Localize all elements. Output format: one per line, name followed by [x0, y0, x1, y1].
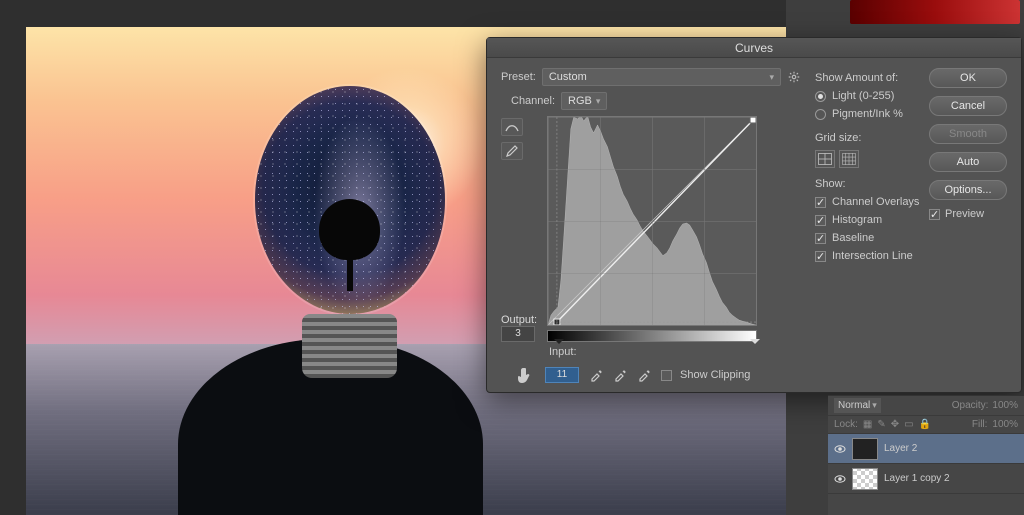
targeted-adjust-icon[interactable] — [515, 364, 537, 386]
histogram-label: Histogram — [832, 214, 882, 226]
opacity-value[interactable]: 100% — [992, 400, 1018, 411]
lock-transparent-icon[interactable]: ▦ — [863, 419, 872, 430]
lock-label: Lock: — [834, 419, 858, 430]
fill-value[interactable]: 100% — [992, 419, 1018, 430]
show-title: Show: — [815, 178, 921, 190]
options-button[interactable]: Options... — [929, 180, 1007, 200]
lock-move-icon[interactable]: ✥ — [891, 419, 899, 430]
gridsize-label: Grid size: — [815, 132, 921, 144]
curve-point-tool[interactable] — [501, 118, 523, 136]
layer-name[interactable]: Layer 2 — [884, 443, 917, 454]
output-label: Output: — [501, 314, 525, 326]
curve-pencil-tool[interactable] — [501, 142, 523, 160]
black-eyedropper-icon[interactable] — [587, 366, 605, 384]
gear-icon[interactable] — [787, 70, 801, 84]
preset-value: Custom — [549, 71, 587, 83]
visibility-toggle-icon[interactable] — [834, 473, 846, 485]
pigment-radio[interactable] — [815, 109, 826, 120]
layer-name[interactable]: Layer 1 copy 2 — [884, 473, 950, 484]
ok-button[interactable]: OK — [929, 68, 1007, 88]
chevron-down-icon: ▾ — [872, 400, 877, 411]
layers-panel: Normal▾ Opacity: 100% Lock: ▦ ✎ ✥ ▭ 🔒 Fi… — [828, 395, 1024, 515]
blend-mode-value: Normal — [838, 400, 870, 411]
channel-overlays-checkbox[interactable] — [815, 197, 826, 208]
grid-fine-button[interactable] — [839, 150, 859, 168]
input-field[interactable]: 11 — [545, 367, 579, 383]
show-amount-title: Show Amount of: — [815, 72, 921, 84]
grid-coarse-button[interactable] — [815, 150, 835, 168]
preset-select[interactable]: Custom ▾ — [542, 68, 781, 86]
white-eyedropper-icon[interactable] — [635, 366, 653, 384]
fill-label: Fill: — [972, 419, 988, 430]
opacity-label: Opacity: — [952, 400, 989, 411]
input-gradient[interactable] — [547, 330, 757, 342]
layer-thumbnail — [852, 438, 878, 460]
black-point-slider[interactable] — [554, 339, 564, 349]
lock-brush-icon[interactable]: ✎ — [877, 419, 885, 430]
auto-button[interactable]: Auto — [929, 152, 1007, 172]
channel-overlays-label: Channel Overlays — [832, 196, 919, 208]
dialog-title: Curves — [735, 41, 773, 55]
gray-eyedropper-icon[interactable] — [611, 366, 629, 384]
output-field[interactable]: 3 — [501, 326, 535, 342]
baseline-checkbox[interactable] — [815, 233, 826, 244]
histogram — [548, 117, 756, 325]
visibility-toggle-icon[interactable] — [834, 443, 846, 455]
layer-item[interactable]: Layer 2 — [828, 434, 1024, 464]
light-radio[interactable] — [815, 91, 826, 102]
channel-label: Channel: — [511, 95, 555, 107]
cancel-button[interactable]: Cancel — [929, 96, 1007, 116]
curves-graph[interactable] — [547, 116, 757, 326]
pigment-label: Pigment/Ink % — [832, 108, 903, 120]
blend-mode-select[interactable]: Normal▾ — [834, 398, 881, 413]
smooth-button[interactable]: Smooth — [929, 124, 1007, 144]
lock-all-icon[interactable]: 🔒 — [919, 419, 931, 430]
lock-artboard-icon[interactable]: ▭ — [904, 419, 913, 430]
baseline-label: Baseline — [832, 232, 874, 244]
preset-label: Preset: — [501, 71, 536, 83]
chevron-down-icon: ▾ — [596, 96, 601, 107]
chevron-down-icon: ▾ — [769, 72, 774, 83]
intersection-checkbox[interactable] — [815, 251, 826, 262]
layer-item[interactable]: Layer 1 copy 2 — [828, 464, 1024, 494]
layer-thumbnail — [852, 468, 878, 490]
intersection-label: Intersection Line — [832, 250, 913, 262]
curves-dialog: Curves Preset: Custom ▾ Channel: RGB ▾ — [486, 37, 1022, 393]
channel-select[interactable]: RGB ▾ — [561, 92, 607, 110]
channel-value: RGB — [568, 95, 592, 107]
color-swatch-strip — [850, 0, 1020, 24]
dialog-title-bar[interactable]: Curves — [487, 38, 1021, 58]
preview-checkbox[interactable] — [929, 209, 940, 220]
show-clipping-label: Show Clipping — [680, 369, 750, 381]
show-clipping-checkbox[interactable] — [661, 370, 672, 381]
white-point-slider[interactable] — [750, 339, 760, 349]
light-label: Light (0-255) — [832, 90, 894, 102]
histogram-checkbox[interactable] — [815, 215, 826, 226]
preview-label: Preview — [945, 208, 984, 220]
curve-line — [548, 117, 756, 325]
